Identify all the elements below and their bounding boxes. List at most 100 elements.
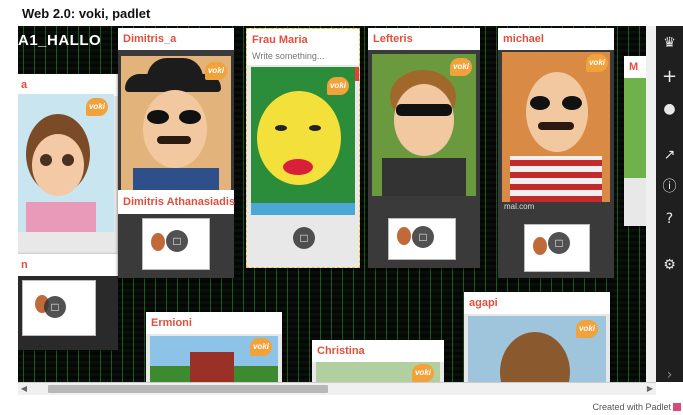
voki-badge-icon: voki (576, 320, 598, 338)
post-caption: mal.com (504, 202, 535, 211)
document-icon[interactable]: □ (548, 232, 570, 254)
eye-left (40, 154, 52, 166)
footer-credit[interactable]: Created with Padlet (592, 402, 671, 412)
voki-avatar-image[interactable]: voki (502, 52, 610, 202)
face-shape (143, 90, 207, 168)
sunglass-left (147, 110, 169, 124)
face-shape (394, 84, 454, 156)
wall-name: A1_HALLO (18, 32, 102, 49)
thumb-avatar (533, 237, 547, 255)
post-author: michael (503, 33, 544, 45)
post-header: a (18, 74, 118, 96)
scroll-right-arrow-icon[interactable]: ▶ (644, 383, 656, 395)
mustache-shape (538, 122, 574, 130)
share-icon[interactable]: ↗ (656, 144, 683, 166)
voki-badge-icon: voki (86, 98, 108, 116)
lips-shape (283, 159, 313, 175)
post-card[interactable]: Christina voki (312, 340, 444, 382)
mustache-shape (157, 136, 191, 144)
voki-controls[interactable] (251, 203, 355, 215)
post-header: Dimitris_a (118, 28, 234, 50)
settings-icon[interactable]: ⚙ (656, 254, 683, 276)
post-author: Frau Maria (252, 34, 308, 46)
voki-badge-icon: voki (250, 338, 272, 356)
title-bar: Web 2.0: voki, padlet (0, 0, 683, 26)
hat-crown (147, 58, 203, 88)
jacket-shape (382, 158, 466, 196)
post-card-editing[interactable]: Frau Maria × voki □ (246, 28, 360, 268)
scroll-left-arrow-icon[interactable]: ◀ (18, 383, 30, 395)
post-author: M (629, 61, 639, 73)
thumb-avatar (397, 227, 411, 245)
voki-avatar-image[interactable]: voki (468, 316, 606, 382)
post-author: Ermioni (151, 317, 192, 329)
eye-right (62, 154, 74, 166)
post-header: Christina (312, 340, 444, 362)
face-shape (32, 134, 84, 196)
padlet-logo-icon[interactable]: ♛ (656, 32, 683, 54)
eye-right (309, 125, 321, 131)
add-icon[interactable]: + (656, 66, 683, 88)
post-card[interactable]: a voki (18, 74, 118, 262)
horizontal-scrollbar[interactable]: ◀ ▶ (18, 382, 656, 395)
post-card[interactable]: n □ (18, 254, 118, 350)
face-shape (526, 72, 588, 152)
post-header: Dimitris Athanasiadis (118, 190, 236, 214)
sunglass-right (179, 110, 201, 124)
padlet-wall: A1_HALLO a voki n □ Dimitris_a voki Dimi… (18, 26, 656, 382)
voki-badge-icon: voki (586, 54, 608, 72)
post-author: Christina (317, 345, 365, 357)
barn-shape (190, 352, 234, 382)
voki-badge-icon: voki (450, 58, 472, 76)
post-author: n (21, 259, 28, 271)
vertical-scrollbar[interactable] (646, 26, 656, 382)
sunglasses-shape (396, 104, 452, 116)
sunglass-right (562, 96, 582, 110)
sunglass-left (530, 96, 550, 110)
voki-avatar-image[interactable]: voki (372, 54, 476, 196)
voki-avatar-image[interactable]: voki (121, 56, 231, 190)
post-header: Lefteris (368, 28, 480, 50)
padlet-sidebar: ♛ + ● ↗ ⓘ ? ⚙ › (656, 26, 683, 383)
user-icon[interactable]: ● (656, 98, 683, 120)
page-title: Web 2.0: voki, padlet (22, 6, 151, 21)
post-header: Frau Maria (247, 29, 359, 65)
voki-avatar-image[interactable]: voki (150, 336, 278, 382)
post-card[interactable]: Lefteris voki □ (368, 28, 480, 268)
voki-avatar-image[interactable]: voki (251, 67, 355, 211)
post-author: Dimitris_a (123, 33, 177, 45)
voki-badge-icon: voki (205, 62, 227, 80)
document-icon[interactable]: □ (293, 227, 315, 249)
flag-shirt-shape (510, 156, 602, 202)
voki-avatar-image[interactable]: voki (316, 362, 440, 382)
shirt-shape (133, 168, 219, 190)
shirt-shape (26, 202, 96, 232)
post-card[interactable]: agapi voki (464, 292, 610, 382)
voki-badge-icon: voki (412, 364, 434, 382)
padlet-footer-logo-icon (673, 403, 681, 411)
post-author: a (21, 79, 28, 91)
post-author: Lefteris (373, 33, 413, 45)
document-icon[interactable]: □ (166, 230, 188, 252)
document-icon[interactable]: □ (412, 226, 434, 248)
post-author: agapi (469, 297, 498, 309)
voki-badge-icon: voki (327, 77, 349, 95)
post-body-input[interactable] (252, 51, 342, 61)
post-header: n (18, 254, 118, 276)
eye-left (275, 125, 287, 131)
info-icon[interactable]: ⓘ (656, 176, 683, 198)
post-card[interactable]: Dimitris_a voki Dimitris Athanasiadis □ (118, 28, 236, 278)
help-icon[interactable]: ? (656, 208, 683, 230)
thumb-avatar (151, 233, 165, 251)
post-author: Dimitris Athanasiadis (123, 196, 236, 208)
scrollbar-thumb[interactable] (48, 385, 328, 393)
document-icon[interactable]: □ (44, 296, 66, 318)
post-card[interactable]: michael voki mal.com □ (498, 28, 614, 278)
hair-shape (500, 332, 570, 382)
post-header: michael (498, 28, 614, 50)
next-icon[interactable]: › (656, 364, 683, 386)
post-card[interactable]: Ermioni voki (146, 312, 282, 382)
post-header: Ermioni (146, 312, 282, 334)
voki-avatar-image[interactable]: voki (18, 94, 114, 232)
post-header: agapi (464, 292, 610, 314)
